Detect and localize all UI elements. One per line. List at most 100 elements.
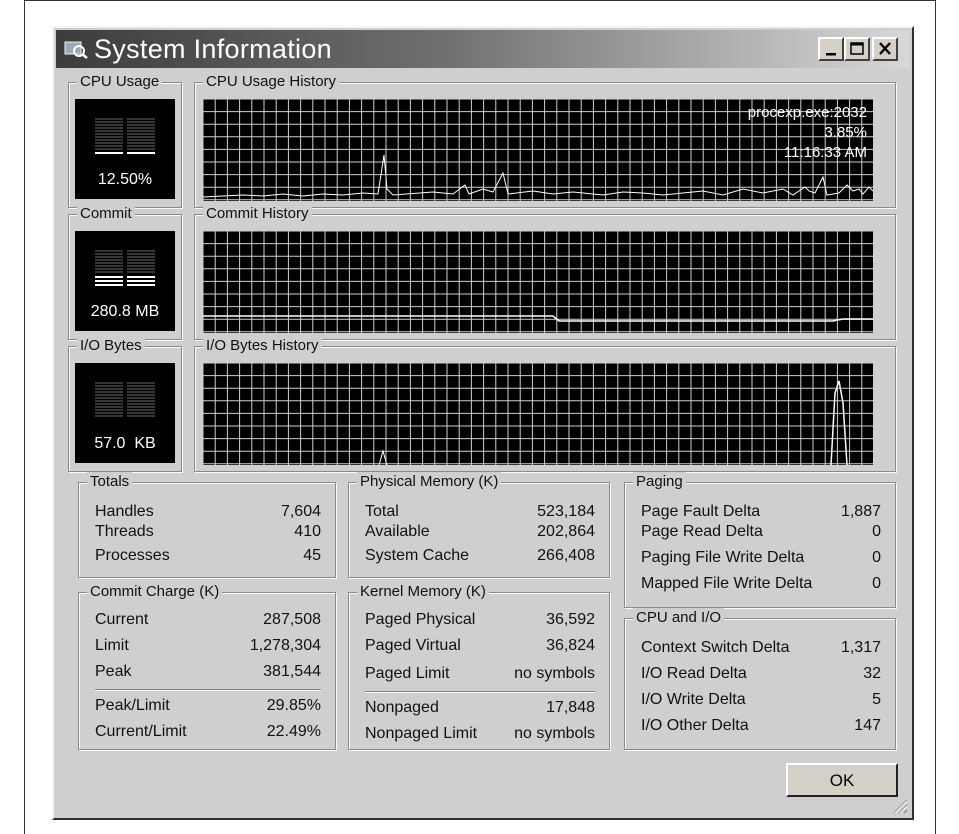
tooltip-time: 11:16:33 AM: [783, 144, 867, 161]
io-history-grid: [203, 363, 873, 465]
commit-charge-group: Commit Charge (K) Current 287,508 Limit 1,…: [78, 582, 336, 750]
row-key: I/O Other Delta: [641, 717, 749, 734]
kernel-memory-label: Kernel Memory (K): [357, 582, 489, 602]
commit-label: Commit: [77, 204, 135, 224]
kernel-separator: [365, 691, 595, 693]
row-value: 147: [854, 717, 881, 734]
kernel-row-paged-virtual: Paged Virtual 36,824: [365, 637, 595, 659]
row-key: Nonpaged Limit: [365, 725, 478, 742]
row-key: I/O Read Delta: [641, 665, 747, 682]
commit-row-limit: Limit 1,278,304: [95, 637, 321, 659]
paging-row-mapped-write: Mapped File Write Delta 0: [641, 575, 881, 597]
paging-row-page-fault: Page Fault Delta 1,887: [641, 503, 881, 525]
totals-group: Totals Handles 7,604 Threads 410 Processes…: [78, 472, 336, 578]
row-value: 45: [303, 547, 321, 564]
io-history-graph[interactable]: [203, 363, 873, 465]
physical-row-available: Available 202,864: [365, 523, 595, 545]
ok-button[interactable]: OK: [786, 763, 898, 797]
row-value: 202,864: [537, 523, 595, 540]
row-key: Paging File Write Delta: [641, 549, 805, 566]
row-key: Threads: [95, 523, 154, 540]
physical-memory-label: Physical Memory (K): [357, 472, 502, 492]
commit-row-peak-limit: Peak/Limit 29.85%: [95, 697, 321, 719]
io-bytes-value: 57.0 KB: [94, 435, 156, 452]
cpuio-row-io-write: I/O Write Delta 5: [641, 691, 881, 713]
commit-history-label: Commit History: [203, 204, 312, 224]
close-icon: [879, 42, 891, 55]
row-value: 0: [872, 549, 881, 566]
tooltip-process: procexp.exe:2032: [747, 104, 867, 121]
paging-label: Paging: [633, 472, 686, 492]
paging-row-file-write: Paging File Write Delta 0: [641, 549, 881, 571]
row-key: Page Fault Delta: [641, 503, 761, 520]
cpu-history-tooltip: procexp.exe:2032 3.85% 11:16:33 AM: [748, 103, 867, 163]
minimize-icon: [826, 53, 836, 56]
row-key: Available: [365, 523, 430, 540]
cpuio-row-context-switch: Context Switch Delta 1,317: [641, 639, 881, 661]
commit-history-graph[interactable]: [203, 231, 873, 333]
row-key: Current: [95, 611, 149, 628]
row-value: 7,604: [280, 503, 321, 520]
title-bar[interactable]: System Information: [56, 30, 910, 68]
row-value: 5: [872, 691, 881, 708]
paging-group: Paging Page Fault Delta 1,887 Page Read D…: [624, 472, 896, 608]
row-value: 1,278,304: [249, 637, 321, 654]
close-button[interactable]: [872, 37, 898, 61]
cpu-usage-label: CPU Usage: [77, 72, 163, 92]
resize-grip-icon[interactable]: [892, 798, 908, 814]
row-key: Mapped File Write Delta: [641, 575, 813, 592]
system-information-window: System Information CPU Usage 12.50% CPU …: [52, 26, 914, 820]
row-key: Nonpaged: [365, 699, 439, 716]
row-value: 1,887: [840, 503, 881, 520]
io-meter-bars: [95, 382, 155, 417]
io-bytes-meter: 57.0 KB: [75, 363, 175, 463]
totals-row-handles: Handles 7,604: [95, 503, 321, 525]
commit-history-svg: [203, 231, 873, 333]
commit-history-group: Commit History: [194, 204, 896, 340]
kernel-row-paged-limit: Paged Limit no symbols: [365, 665, 595, 687]
cpu-and-io-label: CPU and I/O: [633, 608, 725, 628]
row-value: 0: [872, 523, 881, 540]
minimize-button[interactable]: [818, 37, 844, 61]
row-value: 266,408: [537, 547, 595, 564]
row-key: Limit: [95, 637, 129, 654]
row-key: System Cache: [365, 547, 470, 564]
physical-row-system-cache: System Cache 266,408: [365, 547, 595, 569]
row-value: 36,592: [546, 611, 595, 628]
window-title: System Information: [94, 34, 332, 64]
physical-memory-group: Physical Memory (K) Total 523,184 Availab…: [348, 472, 610, 578]
commit-history-grid: [203, 231, 873, 333]
physical-row-total: Total 523,184: [365, 503, 595, 525]
row-key: Peak/Limit: [95, 697, 170, 714]
row-key: I/O Write Delta: [641, 691, 746, 708]
cpu-usage-group: CPU Usage 12.50%: [68, 72, 182, 208]
commit-meter: 280.8 MB: [75, 231, 175, 331]
row-key: Paged Limit: [365, 665, 450, 682]
row-value: 32: [863, 665, 881, 682]
commit-history-trace: [203, 315, 873, 322]
tooltip-percent: 3.85%: [824, 124, 867, 141]
totals-label: Totals: [87, 472, 133, 492]
commit-meter-bars: [95, 250, 155, 286]
row-key: Paged Physical: [365, 611, 476, 628]
kernel-row-nonpaged: Nonpaged 17,848: [365, 699, 595, 721]
io-history-label: I/O Bytes History: [203, 336, 322, 356]
row-key: Handles: [95, 503, 154, 520]
cpu-meter-bars: [95, 118, 155, 154]
cpu-history-graph[interactable]: procexp.exe:2032 3.85% 11:16:33 AM: [203, 99, 873, 201]
commit-separator: [95, 689, 321, 691]
cpu-history-label: CPU Usage History: [203, 72, 340, 92]
row-key: Context Switch Delta: [641, 639, 790, 656]
row-key: Paged Virtual: [365, 637, 461, 654]
row-key: Current/Limit: [95, 723, 187, 740]
paging-row-page-read: Page Read Delta 0: [641, 523, 881, 545]
row-value: no symbols: [514, 725, 595, 742]
row-value: no symbols: [514, 665, 595, 682]
io-bytes-label: I/O Bytes: [77, 336, 145, 356]
cpuio-row-io-other: I/O Other Delta 147: [641, 717, 881, 739]
cpu-usage-meter: 12.50%: [75, 99, 175, 199]
row-value: 523,184: [537, 503, 595, 520]
maximize-button[interactable]: [844, 37, 870, 61]
commit-value: 280.8 MB: [90, 303, 160, 320]
commit-row-current: Current 287,508: [95, 611, 321, 633]
